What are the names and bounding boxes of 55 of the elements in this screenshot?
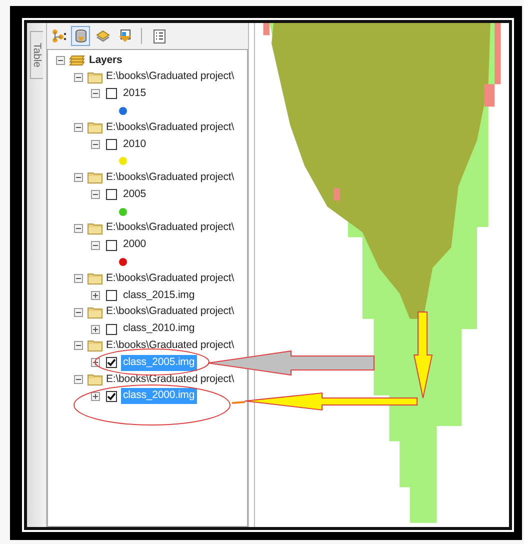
database-icon [72, 28, 88, 44]
database-button[interactable] [71, 26, 90, 46]
folder-icon [87, 373, 103, 386]
layer-name[interactable]: 2015 [121, 86, 148, 102]
layer-name[interactable]: class_2015.img [121, 288, 197, 304]
collapse-toggle[interactable] [74, 224, 83, 233]
collapse-toggle[interactable] [74, 375, 83, 384]
tree-label[interactable]: Layers [89, 52, 122, 68]
collapse-toggle[interactable] [74, 341, 83, 350]
group-path[interactable]: E:\books\Graduated project\ [106, 120, 234, 136]
collapse-toggle[interactable] [74, 173, 83, 182]
layers-icon [94, 28, 110, 44]
collapse-toggle[interactable] [74, 123, 83, 132]
options-icon [150, 28, 166, 44]
layer-name[interactable]: class_2010.img [121, 321, 197, 338]
layer-name[interactable]: 2005 [121, 186, 148, 203]
collapse-toggle[interactable] [74, 72, 83, 82]
layer-name[interactable]: 2010 [121, 136, 148, 152]
folder-icon [87, 121, 103, 134]
collapse-toggle[interactable] [91, 89, 100, 98]
group-path[interactable]: E:\books\Graduated project\ [106, 220, 234, 236]
collapse-toggle[interactable] [74, 274, 83, 284]
expand-toggle[interactable] [91, 324, 100, 334]
expand-toggle[interactable] [91, 392, 100, 401]
group-path[interactable]: E:\books\Graduated project\ [106, 69, 234, 86]
folder-icon [87, 306, 103, 319]
folder-icon [87, 222, 103, 235]
collapse-toggle[interactable] [91, 140, 100, 149]
folder-icon [87, 171, 103, 184]
layer-checkbox[interactable] [106, 88, 117, 100]
collapse-toggle[interactable] [56, 56, 65, 65]
folder-icon [87, 272, 103, 286]
folder-icon [87, 70, 103, 84]
group-path[interactable]: E:\books\Graduated project\ [106, 338, 234, 354]
collapse-toggle[interactable] [74, 308, 83, 317]
expand-toggle[interactable] [91, 291, 100, 300]
layer-checkbox[interactable] [106, 324, 117, 335]
layer-checkbox[interactable] [106, 290, 117, 302]
layer-checkbox[interactable] [106, 138, 117, 150]
list-by-drawing-order-icon [50, 28, 66, 44]
group-path[interactable]: E:\books\Graduated project\ [106, 304, 234, 320]
folder-icon [87, 339, 103, 352]
layer-checkbox[interactable] [106, 357, 117, 368]
layer-checkbox[interactable] [106, 189, 117, 200]
collapse-toggle[interactable] [91, 240, 100, 250]
layers-icon [69, 53, 85, 68]
collapse-toggle[interactable] [91, 190, 100, 200]
layer-name[interactable]: 2000 [121, 237, 148, 254]
layer-checkbox[interactable] [106, 240, 117, 251]
document-icon [116, 28, 132, 44]
group-path[interactable]: E:\books\Graduated project\ [106, 170, 234, 186]
table-tab[interactable]: Table [30, 31, 43, 79]
group-path[interactable]: E:\books\Graduated project\ [106, 372, 234, 388]
layer-checkbox[interactable] [106, 390, 117, 402]
group-path[interactable]: E:\books\Graduated project\ [106, 270, 234, 287]
